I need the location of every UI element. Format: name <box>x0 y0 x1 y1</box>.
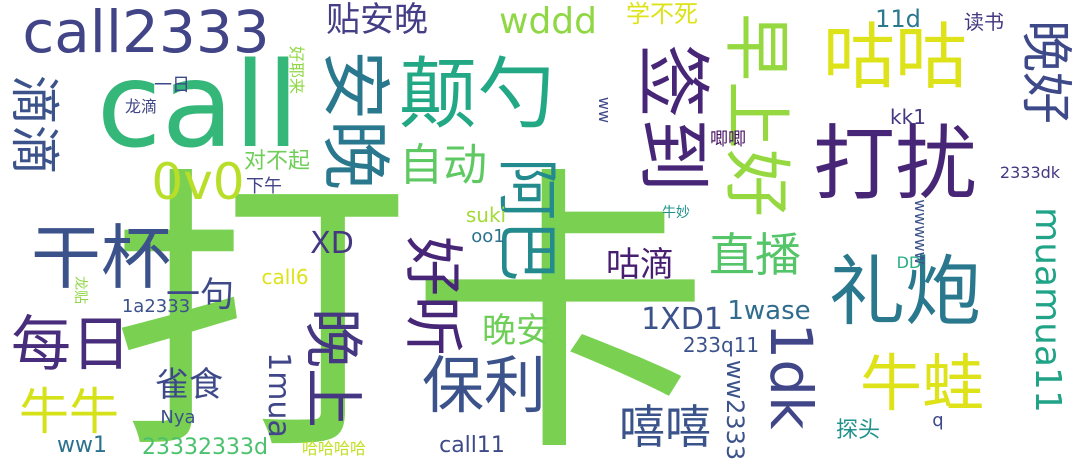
cloud-word: 探头 <box>835 418 881 443</box>
cloud-word: 1XD1 <box>641 302 723 337</box>
cloud-word: 颠勺 <box>398 50 556 140</box>
cloud-word: 干杯 <box>31 217 171 299</box>
cloud-word: 对不起 <box>243 149 311 174</box>
cloud-word: 每日 <box>11 310 131 380</box>
cloud-word: kk1 <box>890 105 926 129</box>
cloud-word: 牛牛 <box>19 383 119 441</box>
cloud-word: 牛妙 <box>662 205 690 221</box>
cloud-word: q <box>932 410 944 431</box>
cloud-word: 龙贴 <box>72 276 88 304</box>
cloud-word: 牛蛙 <box>859 347 985 420</box>
cloud-word: 读书 <box>964 10 1004 34</box>
cloud-word: 哈哈哈哈 <box>301 439 367 458</box>
cloud-word: 1wase <box>727 296 811 326</box>
cloud-word: call11 <box>439 433 505 458</box>
cloud-word: 晚好 <box>1015 19 1075 125</box>
cloud-word: 安晚 <box>314 50 396 190</box>
cloud-word: 早上好 <box>716 12 795 218</box>
cloud-word: 打扰 <box>812 117 978 212</box>
cloud-word: oo1 <box>471 226 505 247</box>
cloud-word: call6 <box>261 265 309 289</box>
cloud-word: 2333dk <box>999 163 1061 182</box>
cloud-word: ww1 <box>57 433 107 458</box>
cloud-word: ww <box>595 96 614 124</box>
cloud-word: call2333 <box>22 0 270 66</box>
cloud-word: 签到 <box>629 44 715 192</box>
word-cloud: 打卡 call call2333 颠勺 打扰 咕咕 早上好 签到 安晚 贴安晚 wddd 学不死 11d… <box>0 0 1080 463</box>
cloud-word: suki <box>465 203 507 227</box>
cloud-word: 好耶来 <box>287 45 306 95</box>
cloud-word: 1a2333 <box>121 296 191 317</box>
cloud-word: 咕滴 <box>606 245 674 285</box>
cloud-word: 晚安 <box>482 311 550 351</box>
cloud-word: Nya <box>160 407 196 428</box>
cloud-word: 0v0 <box>151 153 245 211</box>
cloud-word: 下午 <box>246 176 282 197</box>
cloud-word: 贴安晚 <box>326 0 428 40</box>
cloud-word: 直播 <box>709 228 801 282</box>
cloud-word: 一日 <box>154 75 190 96</box>
cloud-word: 自动 <box>399 140 487 191</box>
cloud-word: 23332333d <box>142 435 268 460</box>
cloud-word: wddd <box>499 1 597 42</box>
cloud-word: 龙滴 <box>124 97 158 116</box>
cloud-word: 滴滴 <box>5 75 63 175</box>
cloud-word: 晚上 <box>297 308 367 428</box>
cloud-word: 233q11 <box>682 333 760 357</box>
cloud-word: wwwww <box>911 199 930 265</box>
cloud-word: 1dk <box>757 322 825 430</box>
cloud-word: 唧唧 <box>710 129 746 150</box>
cloud-word: 嘻嘻 <box>619 400 711 454</box>
cloud-word: 1mua <box>261 352 296 438</box>
cloud-word: 雀食 <box>155 365 223 405</box>
cloud-word: ww2333 <box>721 359 749 461</box>
cloud-word: 好听 <box>397 236 467 356</box>
cloud-word: 学不死 <box>626 0 698 28</box>
cloud-word: muamua11 <box>1027 207 1068 413</box>
cloud-word: XD <box>310 226 354 261</box>
cloud-word: 保利 <box>421 349 547 422</box>
cloud-word: 11d <box>875 5 921 33</box>
